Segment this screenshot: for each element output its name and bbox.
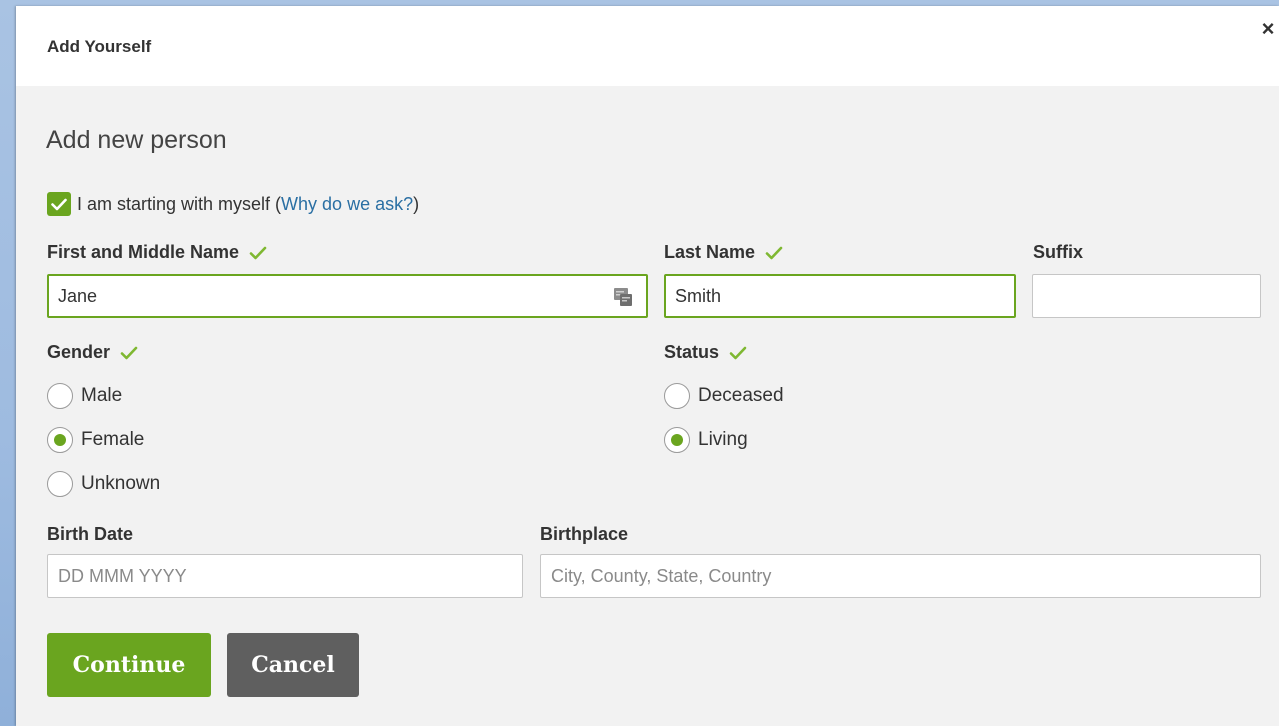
radio-button[interactable]: [47, 471, 73, 497]
radio-button-selected[interactable]: [47, 427, 73, 453]
dialog-title: Add Yourself: [47, 37, 152, 56]
birthplace-input[interactable]: City, County, State, Country: [540, 554, 1261, 598]
status-option-living[interactable]: Living: [664, 427, 748, 453]
last-name-label-row: Last Name: [664, 242, 783, 263]
status-label: Status: [664, 342, 720, 362]
last-name-input[interactable]: Smith: [664, 274, 1016, 318]
dialog-header: Add Yourself ×: [16, 6, 1279, 86]
cancel-button[interactable]: Cancel: [227, 633, 359, 697]
valid-check-icon: [120, 346, 138, 359]
status-option-label: Deceased: [698, 385, 784, 406]
dialog-subtitle: Add new person: [46, 126, 227, 154]
radio-button[interactable]: [47, 383, 73, 409]
checkmark-icon: [51, 198, 67, 210]
birthplace-placeholder: City, County, State, Country: [551, 565, 772, 586]
start-with-myself-label-suffix: ): [413, 193, 420, 214]
contact-card-icon[interactable]: [614, 286, 632, 306]
gender-option-male[interactable]: Male: [47, 383, 122, 409]
birthplace-label: Birthplace: [540, 524, 629, 544]
close-icon[interactable]: ×: [1257, 18, 1279, 40]
radio-button[interactable]: [664, 383, 690, 409]
gender-option-female[interactable]: Female: [47, 427, 144, 453]
birth-date-label: Birth Date: [47, 524, 134, 544]
add-yourself-dialog: Add Yourself × Add new person I am start…: [16, 6, 1279, 726]
gender-option-unknown[interactable]: Unknown: [47, 471, 160, 497]
why-do-we-ask-link[interactable]: Why do we ask?: [281, 194, 413, 215]
first-name-label: First and Middle Name: [47, 242, 240, 262]
valid-check-icon: [729, 346, 747, 359]
birthplace-label-row: Birthplace: [540, 524, 628, 545]
gender-label: Gender: [47, 342, 111, 362]
start-with-myself-label: I am starting with myself (: [77, 193, 282, 214]
suffix-input[interactable]: [1032, 274, 1261, 318]
status-label-row: Status: [664, 342, 747, 363]
first-name-input[interactable]: Jane: [47, 274, 648, 318]
first-name-value: Jane: [58, 285, 98, 306]
birth-date-placeholder: DD MMM YYYY: [58, 565, 187, 586]
gender-option-label: Female: [81, 429, 145, 450]
gender-option-label: Male: [81, 385, 123, 406]
first-name-label-row: First and Middle Name: [47, 242, 267, 263]
start-with-myself-checkbox[interactable]: [47, 192, 71, 216]
suffix-label-row: Suffix: [1033, 242, 1083, 263]
status-option-label: Living: [698, 429, 748, 450]
valid-check-icon: [765, 246, 783, 259]
suffix-label: Suffix: [1033, 242, 1084, 262]
last-name-value: Smith: [675, 285, 722, 306]
birth-date-label-row: Birth Date: [47, 524, 133, 545]
gender-option-label: Unknown: [81, 473, 161, 494]
continue-button[interactable]: Continue: [47, 633, 211, 697]
start-with-myself-option: I am starting with myself ( Why do we as…: [47, 191, 419, 217]
valid-check-icon: [249, 246, 267, 259]
radio-button-selected[interactable]: [664, 427, 690, 453]
last-name-label: Last Name: [664, 242, 756, 262]
birth-date-input[interactable]: DD MMM YYYY: [47, 554, 523, 598]
status-option-deceased[interactable]: Deceased: [664, 383, 784, 409]
gender-label-row: Gender: [47, 342, 138, 363]
